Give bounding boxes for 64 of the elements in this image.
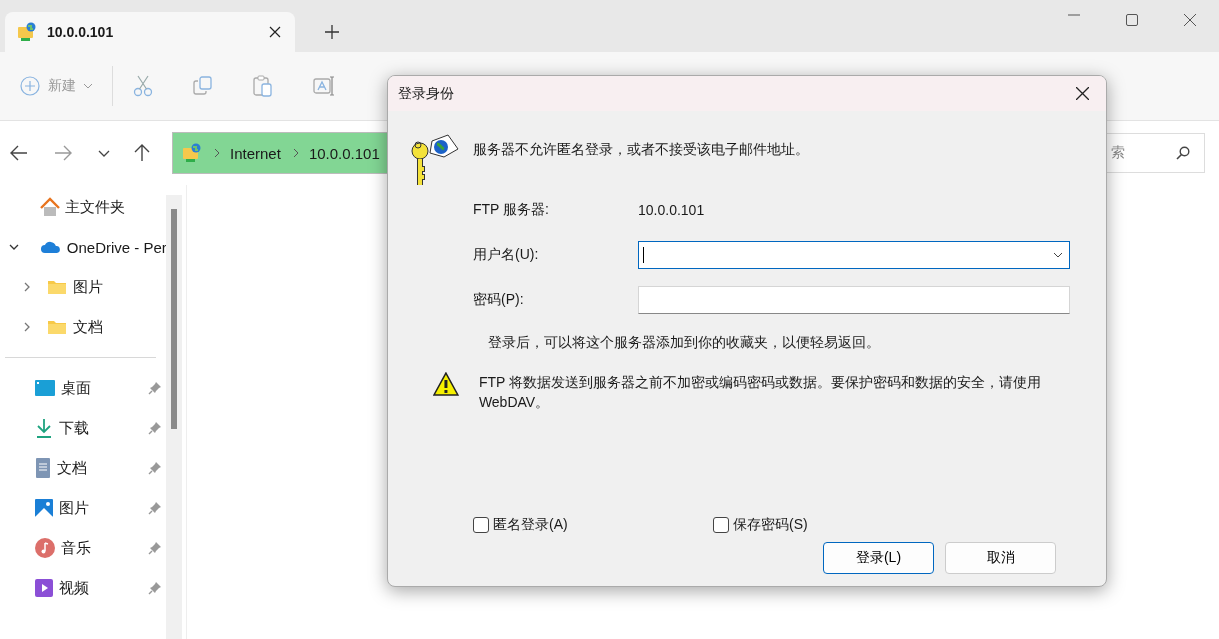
cancel-button[interactable]: 取消: [945, 542, 1056, 574]
pictures-icon: [35, 499, 53, 517]
search-icon: [1176, 146, 1190, 160]
warning-icon: [433, 372, 459, 396]
close-icon[interactable]: [1184, 14, 1196, 26]
password-field[interactable]: [638, 285, 1070, 314]
music-icon: [35, 538, 55, 558]
note-text: 登录后，可以将这个服务器添加到你的收藏夹，以便轻易返回。: [488, 334, 881, 352]
maximize-icon[interactable]: [1126, 14, 1138, 26]
pin-icon[interactable]: [148, 541, 162, 555]
home-icon: [40, 197, 60, 217]
checkbox[interactable]: [713, 517, 729, 533]
video-icon: [35, 579, 53, 597]
network-folder-icon: [182, 143, 202, 163]
server-label: FTP 服务器:: [473, 200, 550, 219]
message-text: 服务器不允许匿名登录，或者不接受该电子邮件地址。: [473, 141, 809, 159]
breadcrumb-item[interactable]: 10.0.0.101: [308, 144, 380, 162]
network-folder-icon: [17, 22, 37, 42]
nav-item[interactable]: OneDrive - Per: [66, 238, 166, 256]
plus-icon: [20, 76, 40, 96]
warning-text: FTP 将数据发送到服务器之前不加密或编码密码或数据。要保护密码和数据的安全，请使用 WebDAV。: [478, 373, 1042, 412]
breadcrumb-item[interactable]: Internet: [230, 144, 281, 162]
checkbox-label[interactable]: 保存密码(S): [733, 516, 808, 534]
server-address: 10.0.0.101: [638, 201, 705, 218]
field-label: 用户名(U):: [473, 245, 540, 264]
nav-item[interactable]: 图片: [73, 277, 103, 297]
pin-icon[interactable]: [148, 461, 162, 475]
nav-item[interactable]: 视频: [59, 578, 89, 598]
cloud-icon: [40, 240, 62, 254]
tab[interactable]: 10.0.0.101: [5, 12, 295, 52]
desktop-icon: [35, 380, 55, 396]
download-icon: [35, 418, 53, 438]
recent-locations-icon[interactable]: [98, 149, 110, 157]
checkbox-label[interactable]: 匿名登录(A): [493, 516, 568, 534]
nav-item[interactable]: 桌面: [61, 378, 91, 398]
new-tab-icon[interactable]: [325, 25, 339, 39]
close-tab-icon[interactable]: [269, 26, 281, 38]
close-icon[interactable]: [1076, 87, 1089, 100]
pin-icon[interactable]: [148, 501, 162, 515]
nav-item[interactable]: 音乐: [61, 538, 91, 558]
username-combo-box[interactable]: [638, 240, 1070, 269]
dialog-title: 登录身份: [398, 84, 454, 103]
pin-icon[interactable]: [148, 381, 162, 395]
chevron-icon: [292, 148, 299, 158]
document-icon: [35, 458, 51, 478]
nav-item[interactable]: 文档: [57, 458, 87, 478]
folder-icon: [47, 319, 67, 335]
nav-item[interactable]: 文档: [73, 317, 103, 337]
chevron-icon: [214, 148, 220, 158]
nav-item[interactable]: 图片: [59, 498, 89, 518]
forward-icon[interactable]: [54, 145, 72, 161]
back-icon[interactable]: [10, 145, 28, 161]
caret-icon: [84, 83, 92, 89]
field-label: 密码(P):: [473, 290, 525, 309]
pin-icon[interactable]: [148, 421, 162, 435]
pin-icon[interactable]: [148, 581, 162, 595]
scrollbar-thumb[interactable]: [171, 209, 177, 429]
folder-icon: [47, 279, 67, 295]
key-globe-icon: [410, 133, 460, 187]
up-icon[interactable]: [134, 144, 150, 162]
checkbox[interactable]: [473, 517, 489, 533]
login-button[interactable]: 登录(L): [823, 542, 934, 574]
nav-item[interactable]: 主文件夹: [65, 197, 125, 217]
nav-item[interactable]: 下载: [59, 418, 89, 438]
